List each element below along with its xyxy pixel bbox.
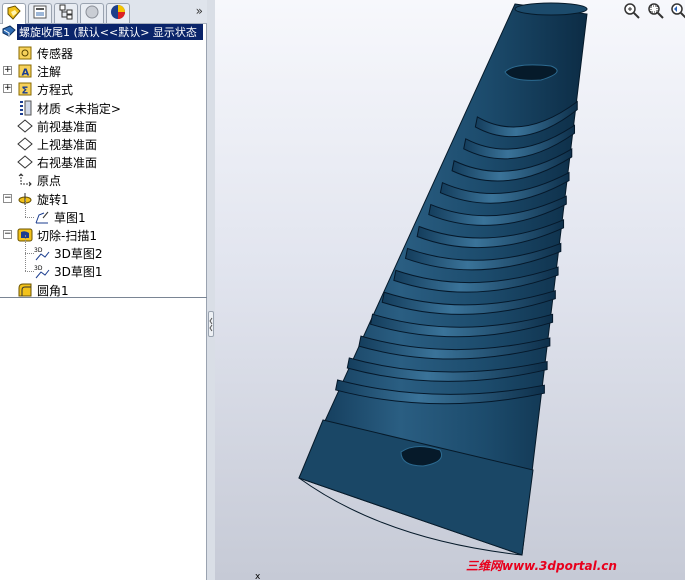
tree-item-label: 旋转1: [37, 193, 69, 207]
tree-connector-line: [25, 253, 34, 254]
tab-display-manager[interactable]: [106, 3, 130, 23]
sensors-icon: [17, 45, 33, 61]
property-manager-icon: [32, 4, 48, 23]
tree-item-label: 原点: [37, 174, 62, 188]
tree-item[interactable]: 草图1: [0, 199, 207, 226]
plane-icon: [17, 154, 33, 170]
tree-item-label: 方程式: [37, 83, 74, 97]
tree-item[interactable]: 3D 3D草图2: [0, 235, 207, 262]
3d-sketch-icon: 3D: [34, 245, 50, 261]
tree-item[interactable]: − 切除-扫描1: [0, 226, 207, 244]
part-icon: [1, 24, 17, 40]
tree-item-label: 材质 <未指定>: [37, 102, 121, 116]
previous-view-icon[interactable]: [670, 2, 685, 20]
helical-part-model[interactable]: [215, 0, 685, 580]
feature-manager-icon: [6, 4, 22, 24]
tree-item[interactable]: 右视基准面: [0, 153, 207, 171]
tree-item[interactable]: 上视基准面: [0, 135, 207, 153]
tree-item-label: 3D草图2: [54, 247, 103, 261]
3d-sketch-icon: 3D: [34, 263, 50, 279]
panel-splitter[interactable]: [207, 0, 215, 580]
svg-text:3D: 3D: [34, 265, 43, 272]
tree-expander-button[interactable]: −: [3, 230, 12, 239]
tab-property-manager[interactable]: [28, 3, 52, 23]
tree-connector-line: [25, 235, 26, 253]
tree-root-label: 螺旋收尾1 (默认<<默认> 显示状态: [17, 24, 203, 40]
fillet-icon: [17, 282, 33, 298]
tree-connector-line: [25, 217, 34, 218]
dimxpert-manager-icon: [84, 4, 100, 23]
tree-item-label: 右视基准面: [37, 156, 98, 170]
zoom-to-fit-icon[interactable]: [623, 2, 641, 20]
tree-item[interactable]: + A 注解: [0, 62, 207, 80]
tree-item[interactable]: + Σ 方程式: [0, 80, 207, 98]
tree-item-label: 草图1: [54, 211, 86, 225]
tree-expander-button[interactable]: −: [3, 194, 12, 203]
tree-item-label: 上视基准面: [37, 138, 98, 152]
equations-icon: Σ: [17, 81, 33, 97]
tree-item[interactable]: 前视基准面: [0, 117, 207, 135]
display-manager-icon: [110, 4, 126, 23]
tree-root-part[interactable]: 螺旋收尾1 (默认<<默认> 显示状态: [0, 24, 207, 40]
tree-connector-line: [25, 271, 34, 272]
tree-item-label: 注解: [37, 65, 62, 79]
tab-dimxpert-manager[interactable]: [80, 3, 104, 23]
plane-icon: [17, 118, 33, 134]
tree-connector-line: [25, 199, 26, 217]
feature-manager-panel: » 螺旋收尾1 (默认<<默认> 显示状态 传感器 + A 注解 + Σ 方程式材质 <未指…: [0, 0, 207, 580]
tree-item[interactable]: − 旋转1: [0, 190, 207, 208]
tree-item-label: 3D草图1: [54, 265, 103, 279]
tab-configuration-manager[interactable]: [54, 3, 78, 23]
tree-item[interactable]: 3D 3D草图1: [0, 253, 207, 280]
tree-expander-button[interactable]: +: [3, 84, 12, 93]
zoom-to-area-icon[interactable]: [647, 2, 665, 20]
svg-text:3D: 3D: [34, 247, 43, 254]
tree-item-label: 传感器: [37, 47, 74, 61]
tree-item-label: 切除-扫描1: [37, 229, 97, 243]
tree-item[interactable]: 材质 <未指定>: [0, 99, 207, 117]
origin-icon: [17, 172, 33, 188]
splitter-grip-handle[interactable]: [208, 311, 214, 337]
tab-feature-manager[interactable]: [2, 3, 26, 24]
tree-divider: [0, 297, 207, 298]
graphics-viewport[interactable]: 三维网www.3dportal.cn x: [215, 0, 685, 580]
tree-item-label: 前视基准面: [37, 120, 98, 134]
sketch-icon: [34, 209, 50, 225]
annotations-icon: A: [17, 63, 33, 79]
material-icon: [17, 100, 33, 116]
tree-item[interactable]: 原点: [0, 171, 207, 189]
tree-expander-button[interactable]: +: [3, 66, 12, 75]
more-tabs-button[interactable]: »: [196, 4, 203, 18]
svg-text:A: A: [22, 68, 30, 79]
cursor-marker: x: [255, 572, 261, 580]
tree-item[interactable]: 传感器: [0, 44, 207, 62]
plane-icon: [17, 136, 33, 152]
tree-connector-line: [25, 253, 26, 271]
watermark-text: 三维网www.3dportal.cn: [466, 559, 617, 573]
configuration-manager-icon: [58, 4, 74, 23]
svg-text:Σ: Σ: [22, 86, 29, 97]
panel-tab-bar: »: [0, 0, 207, 24]
